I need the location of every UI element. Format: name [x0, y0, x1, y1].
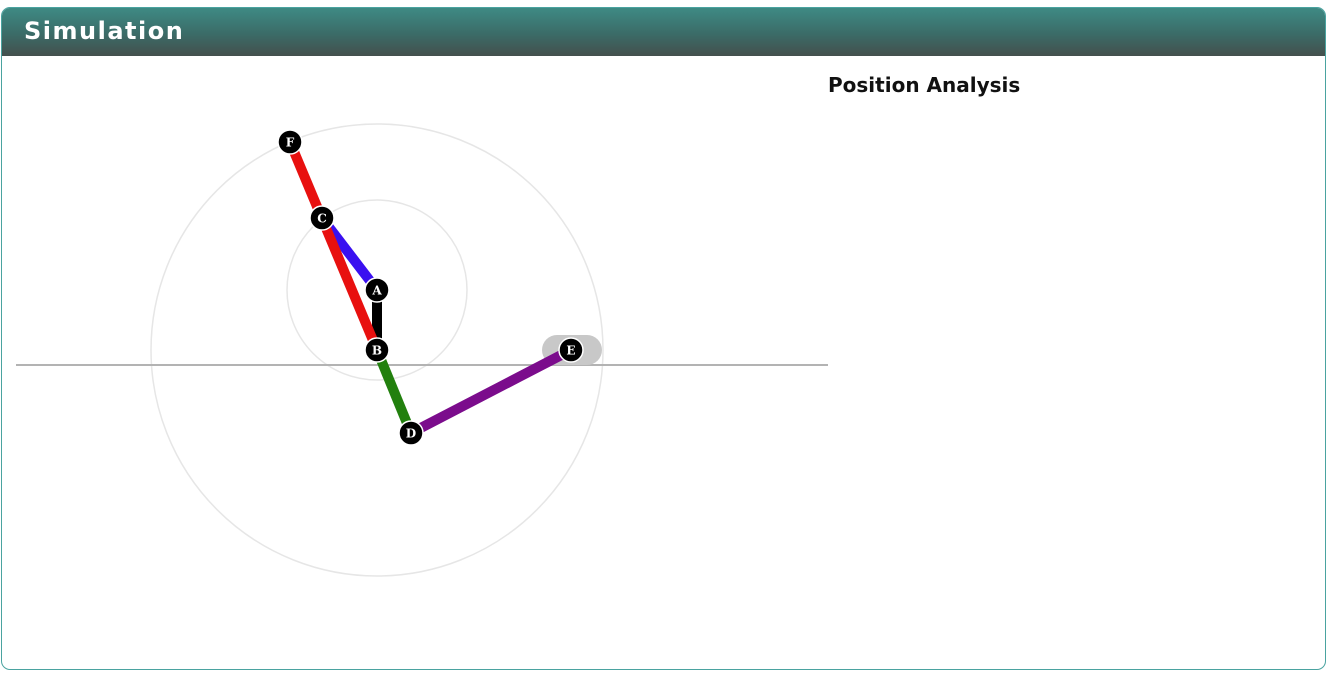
joint-label: B — [372, 344, 382, 358]
panel-title: Simulation — [24, 17, 185, 45]
mechanism-links — [285, 140, 574, 438]
link-de — [408, 345, 574, 438]
joint-label: C — [317, 212, 327, 226]
simulation-panel: Simulation A B C D E F Position Analysis — [1, 7, 1326, 670]
joint-label: F — [286, 136, 295, 150]
mechanism-joints: A B C D E F — [277, 129, 584, 446]
joint-d[interactable]: D — [398, 420, 424, 446]
mechanism-diagram: A B C D E F — [16, 123, 828, 577]
joint-f[interactable]: F — [277, 129, 303, 155]
joint-label: E — [566, 344, 575, 358]
simulation-canvas[interactable]: A B C D E F — [16, 64, 828, 664]
link-bd — [372, 348, 416, 435]
joint-e[interactable]: E — [558, 337, 584, 363]
position-analysis-area: Position Analysis — [828, 64, 1322, 664]
joint-b[interactable]: B — [364, 337, 390, 363]
joint-label: A — [371, 284, 382, 298]
link-fb — [285, 140, 382, 352]
panel-header: Simulation — [2, 8, 1325, 56]
position-analysis-title: Position Analysis — [828, 73, 1021, 97]
joint-a[interactable]: A — [364, 277, 390, 303]
joint-label: D — [406, 427, 416, 441]
joint-c[interactable]: C — [309, 205, 335, 231]
